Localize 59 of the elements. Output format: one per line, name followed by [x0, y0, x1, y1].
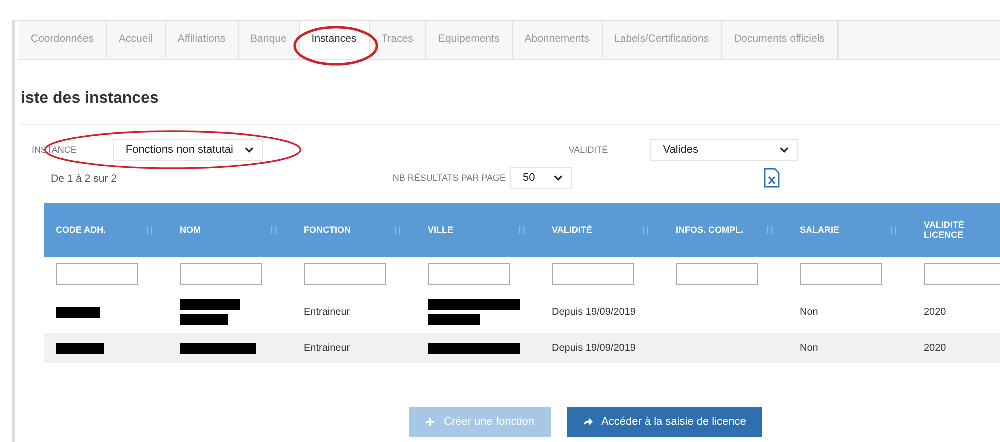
tab[interactable]: Labels/Certifications	[602, 21, 722, 59]
column-header[interactable]: FONCTION	[304, 225, 374, 235]
page-size-select[interactable]: 50	[510, 167, 572, 189]
sort-icon[interactable]	[270, 225, 278, 235]
validity-select[interactable]: Valides	[650, 139, 798, 161]
share-arrow-icon	[582, 417, 594, 427]
table-cell: Non	[800, 306, 818, 318]
table-cell: Depuis 19/09/2019	[552, 306, 636, 318]
redaction-bar	[180, 299, 240, 310]
column-filter-field[interactable]	[56, 263, 138, 285]
tab[interactable]: Abonnements	[512, 21, 603, 59]
column-filter-field[interactable]	[428, 263, 510, 285]
column-filter-field[interactable]	[676, 263, 758, 285]
column-header[interactable]: SALARIE	[800, 225, 870, 235]
table-cell: 2020	[924, 342, 946, 354]
excel-export-icon[interactable]	[764, 168, 780, 188]
sort-icon[interactable]	[890, 225, 898, 235]
validity-label: VALIDITÉ	[568, 145, 608, 155]
redaction-bar	[56, 306, 100, 318]
sort-icon[interactable]	[146, 225, 154, 235]
plus-icon	[425, 417, 436, 427]
redaction-bar	[56, 342, 104, 354]
chevron-icon	[554, 175, 564, 181]
tab[interactable]: Accueil	[107, 21, 166, 59]
redaction-bar	[428, 314, 480, 325]
redaction-bar	[180, 314, 228, 325]
table-cell: 2020	[924, 306, 946, 318]
sort-icon[interactable]	[642, 225, 650, 235]
tab[interactable]: Equipements	[426, 21, 513, 59]
table-cell: Entraineur	[304, 342, 350, 354]
column-header[interactable]: VALIDITÉ LICENCE	[924, 220, 994, 240]
page-heading: iste des instances	[21, 90, 160, 108]
sort-icon[interactable]	[518, 225, 526, 235]
column-filter-field[interactable]	[180, 263, 262, 285]
column-header[interactable]: VALIDITÉ	[552, 225, 622, 235]
tab[interactable]: Documents officiels	[722, 21, 838, 59]
column-filter-field[interactable]	[552, 263, 634, 285]
tab[interactable]: Instances	[300, 21, 370, 59]
sort-icon[interactable]	[394, 225, 402, 235]
column-header[interactable]: INFOS. COMPL.	[676, 225, 746, 235]
column-filter-field[interactable]	[304, 263, 386, 285]
chevron-icon	[780, 147, 790, 153]
sort-icon[interactable]	[766, 225, 774, 235]
column-header[interactable]: CODE ADH.	[56, 225, 126, 235]
licence-entry-button[interactable]: Accéder à la saisie de licence	[566, 407, 762, 437]
column-filter-field[interactable]	[924, 263, 1000, 285]
instance-select[interactable]: Fonctions non statutai	[112, 139, 263, 161]
table-cell: Entraineur	[304, 306, 350, 318]
result-count: De 1 à 2 sur 2	[51, 173, 118, 185]
tab[interactable]: Traces	[370, 21, 426, 59]
page-size-label: NB RÉSULTATS PAR PAGE	[392, 173, 506, 183]
tab[interactable]: Affiliations	[166, 21, 239, 59]
column-header[interactable]: VILLE	[428, 225, 498, 235]
column-filter-field[interactable]	[800, 263, 882, 285]
chevron-icon	[244, 147, 254, 153]
table-cell: Depuis 19/09/2019	[552, 342, 636, 354]
tab[interactable]: Coordonnées	[19, 21, 108, 59]
table-cell: Non	[800, 342, 818, 354]
column-header[interactable]: NOM	[180, 225, 250, 235]
